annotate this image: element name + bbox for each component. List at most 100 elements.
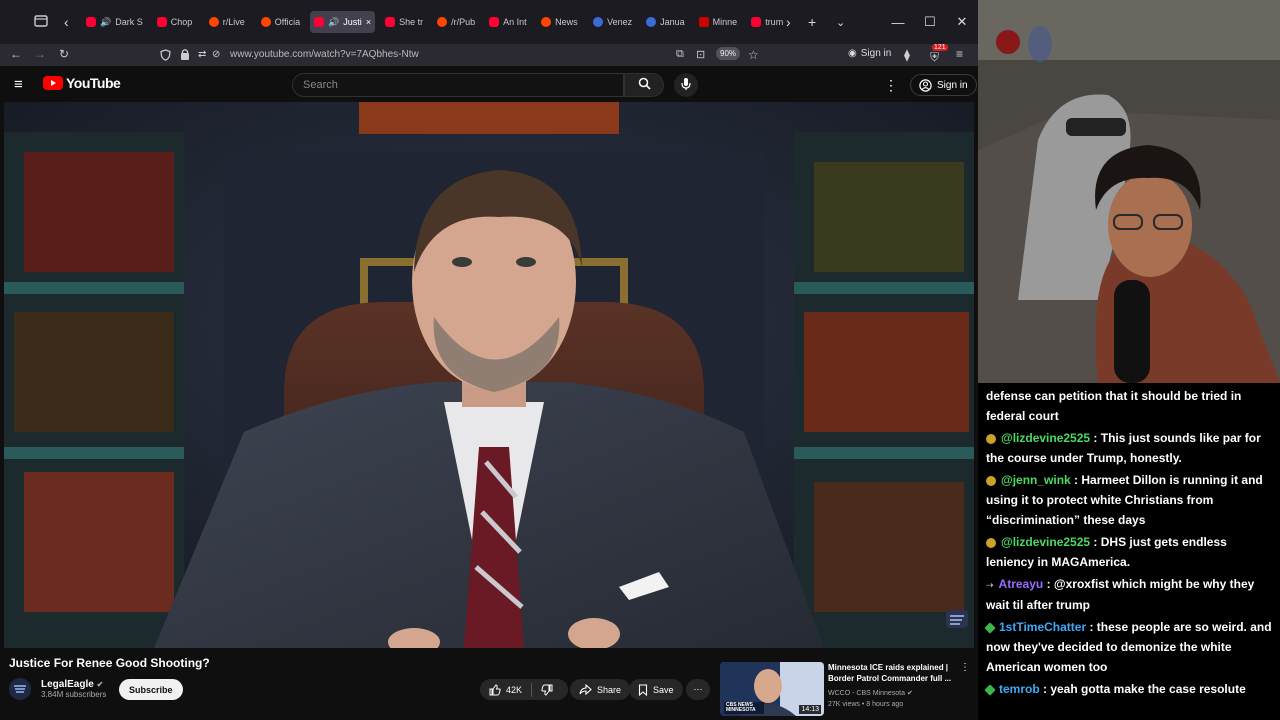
chat-username[interactable]: @lizdevine2525 (1001, 535, 1090, 549)
shield-icon[interactable] (160, 49, 171, 61)
chat-text: : yeah gotta make the case resolute (1039, 682, 1246, 696)
chat-username[interactable]: @lizdevine2525 (1001, 431, 1090, 445)
recommended-video[interactable]: CBS NEWS MINNESOTA 14:13 Minnesota ICE r… (720, 662, 970, 718)
stream-chat: defense can petition that it should be t… (978, 383, 1280, 720)
subscribe-button[interactable]: Subscribe (119, 679, 183, 700)
reload-icon[interactable]: ↻ (59, 47, 69, 61)
chat-text: defense can petition that it should be t… (986, 389, 1242, 423)
chat-message: ➝ Atreayu : @xroxfist which might be why … (986, 574, 1276, 615)
verified-icon: ✔ (96, 680, 104, 689)
microphone (1114, 280, 1150, 383)
firefox-signin-button[interactable]: ◉ Sign in (848, 48, 891, 59)
browser-tab[interactable]: She tr (381, 11, 427, 33)
permissions-icon[interactable]: ⇄ (198, 49, 206, 60)
like-button[interactable]: 42K (489, 683, 522, 696)
arrow-badge-icon: ➝ (986, 580, 994, 590)
tab-label: Janua (660, 17, 685, 27)
picture-in-picture-icon[interactable]: ⧉ (676, 48, 684, 61)
chat-username[interactable]: Atreayu (999, 577, 1044, 591)
search-button[interactable] (624, 73, 664, 97)
url-bar[interactable]: www.youtube.com/watch?v=7AQbhes-Ntw (230, 49, 419, 60)
thumbnail-channel-text: CBS NEWS MINNESOTA (726, 702, 756, 713)
minimize-icon[interactable]: — (882, 15, 914, 30)
back-icon[interactable]: ← (10, 47, 22, 61)
browser-tab[interactable]: /r/Pub (433, 11, 479, 33)
ublock-icon[interactable]: ⛨ (930, 50, 939, 65)
browser-tab[interactable]: Chop (153, 11, 199, 33)
tab-list-icon[interactable] (34, 14, 48, 28)
thumbs-up-icon (489, 683, 501, 695)
new-tab-icon[interactable]: + (808, 0, 816, 44)
search-icon (638, 77, 651, 90)
share-label: Share (597, 684, 622, 695)
app-menu-icon[interactable]: ≡ (956, 47, 963, 61)
recommended-thumbnail[interactable]: CBS NEWS MINNESOTA 14:13 (720, 662, 824, 716)
tab-label: Dark S (115, 17, 143, 27)
lock-icon[interactable] (180, 48, 190, 61)
browser-tab[interactable]: 🔊 Justi × (310, 11, 376, 33)
maximize-icon[interactable]: ☐ (914, 14, 946, 30)
forward-icon[interactable]: → (34, 47, 46, 61)
browser-tab[interactable]: An Int (485, 11, 531, 33)
youtube-favicon-icon (489, 17, 500, 27)
tab-menu-chevron-icon[interactable]: ⌄ (836, 0, 845, 44)
browser-tab[interactable]: Minne (695, 11, 742, 33)
autoplay-blocked-icon[interactable]: ⊘ (212, 49, 220, 60)
settings-kebab-icon[interactable]: ⋮ (884, 77, 898, 94)
video-title: Justice For Renee Good Shooting? (9, 656, 210, 670)
user-circle-icon (919, 78, 932, 92)
youtube-signin-button[interactable]: Sign in (910, 74, 977, 96)
chat-username[interactable]: temrob (999, 682, 1040, 696)
verified-icon: ✔ (906, 690, 913, 697)
tab-label: Venez (607, 17, 633, 27)
top-books (359, 102, 619, 134)
tab-label: Officia (274, 17, 301, 27)
legaleagle-watermark-icon (946, 610, 968, 628)
chat-username[interactable]: 1stTimeChatter (999, 620, 1086, 634)
recommended-channel[interactable]: WCCO - CBS Minnesota (828, 690, 905, 697)
channel-name[interactable]: LegalEagle (41, 679, 94, 690)
reddit-favicon-icon (260, 17, 271, 27)
more-actions-button[interactable]: ⋯ (686, 679, 710, 700)
guide-menu-icon[interactable]: ≡ (14, 76, 23, 93)
recommended-menu-icon[interactable]: ⋮ (960, 662, 970, 673)
channel-text: LegalEagle ✔ 3.84M subscribers (41, 679, 106, 699)
close-window-icon[interactable]: ✕ (946, 14, 978, 30)
browser-tab[interactable]: Janua (642, 11, 689, 33)
youtube-logo[interactable]: YouTube (43, 75, 121, 91)
scroll-tabs-left-icon[interactable]: ‹ (64, 0, 69, 44)
tab-label: Chop (170, 17, 193, 27)
video-duration: 14:13 (799, 705, 821, 714)
youtube-favicon-icon (86, 17, 96, 27)
speaker-icon[interactable]: 🔊 (328, 17, 339, 28)
thumbs-down-icon[interactable] (541, 684, 553, 696)
voice-search-button[interactable] (674, 73, 698, 97)
channel-name-row[interactable]: LegalEagle ✔ (41, 679, 106, 690)
speaker-icon[interactable]: 🔊 (100, 17, 111, 28)
browser-tab[interactable]: Officia (257, 11, 304, 33)
recommended-title[interactable]: Minnesota ICE raids explained | Border P… (828, 662, 958, 684)
reader-view-icon[interactable]: ⊡ (696, 48, 705, 61)
browser-tab[interactable]: r/Live (205, 11, 251, 33)
browser-tab[interactable]: Venez (589, 11, 636, 33)
tab-list: 🔊 Dark S Chop r/Live Officia 🔊 Justi × She tr/r/… (82, 11, 799, 33)
browser-tab[interactable]: 🔊 Dark S (82, 11, 147, 33)
channel-avatar[interactable] (9, 678, 31, 700)
save-button[interactable]: Save (629, 679, 683, 700)
scroll-tabs-right-icon[interactable]: › (786, 0, 791, 44)
chat-username[interactable]: @jenn_wink (1001, 473, 1071, 487)
extensions-icon[interactable]: ⧫ (904, 48, 910, 62)
zoom-level[interactable]: 90% (716, 47, 741, 60)
tab-label: Justi (343, 17, 362, 27)
gem-badge-icon (984, 622, 996, 634)
share-button[interactable]: Share (570, 679, 631, 700)
like-divider (531, 682, 533, 697)
bookmark-star-icon[interactable]: ☆ (748, 48, 759, 62)
browser-tab[interactable]: News (537, 11, 583, 33)
video-player[interactable] (4, 102, 974, 648)
tab-label: Minne (712, 17, 738, 27)
close-tab-icon[interactable]: × (366, 17, 371, 27)
like-dislike-group: 42K (480, 679, 568, 700)
search-input[interactable]: Search (292, 73, 624, 97)
youtube-favicon-icon (156, 17, 167, 27)
